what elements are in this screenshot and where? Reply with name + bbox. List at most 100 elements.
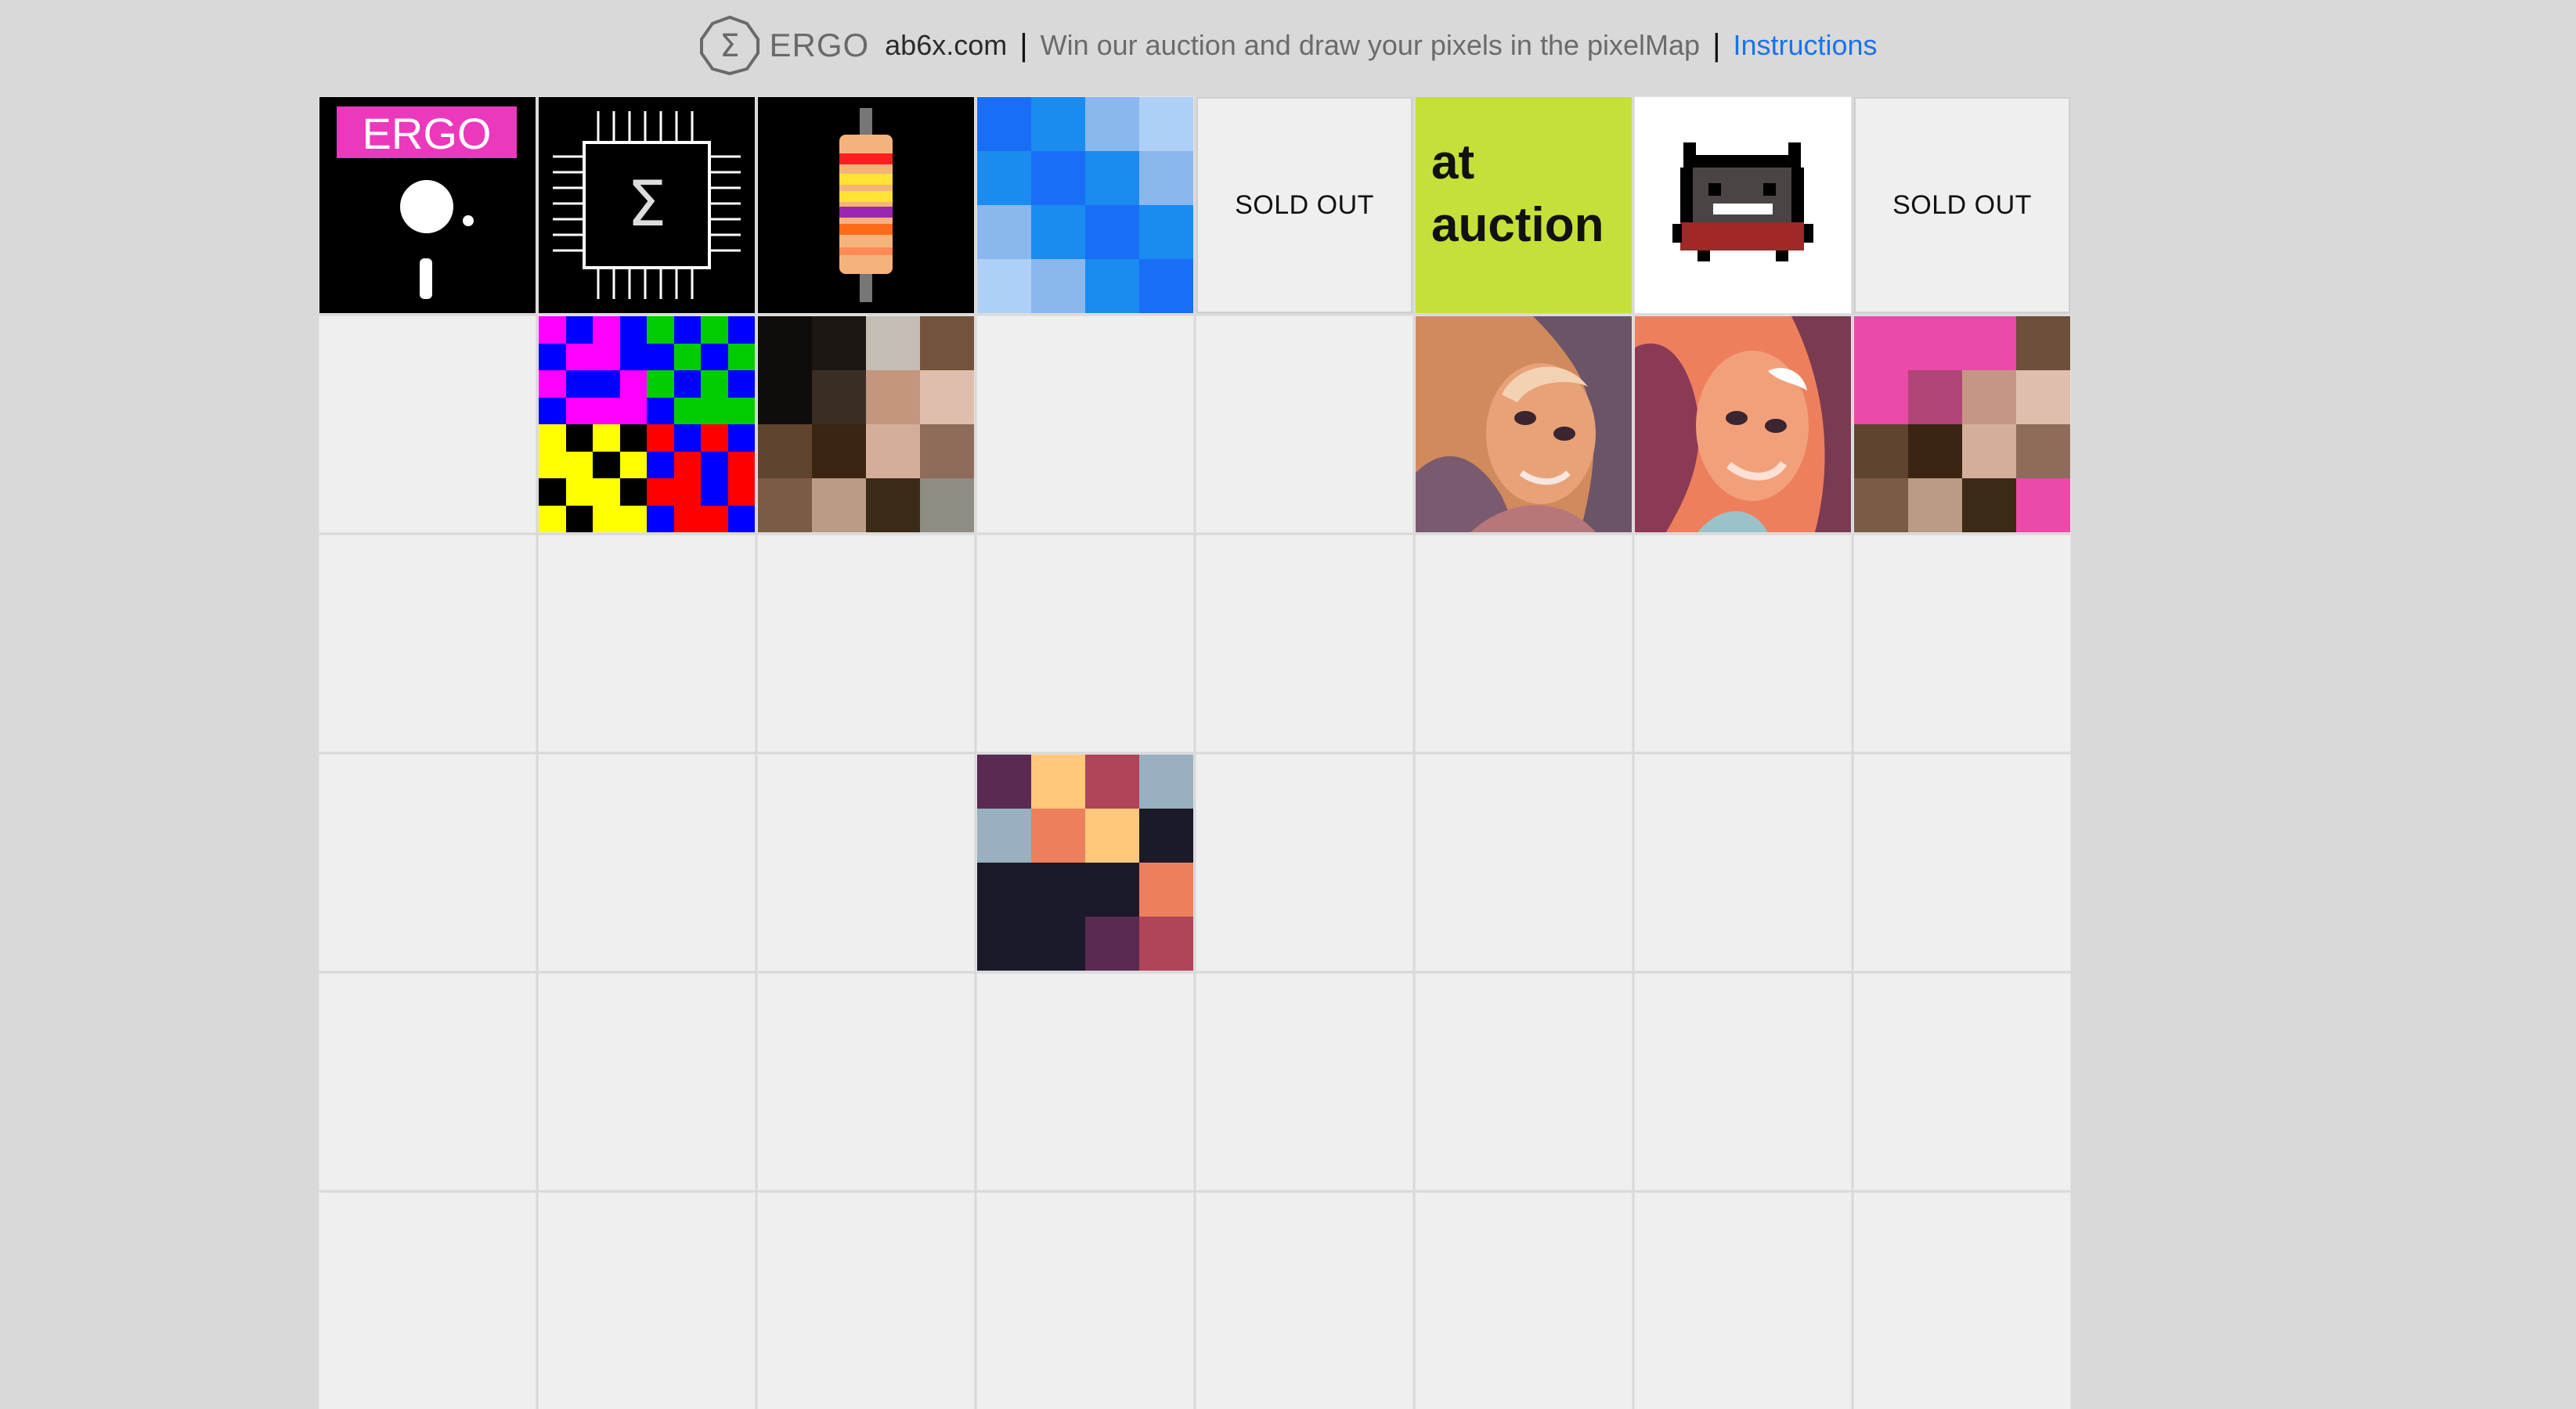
pixel [701,370,728,398]
tile-empty[interactable] [1854,974,2070,1190]
tile-empty[interactable] [977,535,1193,751]
pixel [1139,863,1193,917]
pixel [866,370,920,424]
tile-sunset-pixels[interactable] [977,755,1193,971]
tile-rgb-quadrants[interactable] [539,316,755,532]
pixel [1031,97,1085,151]
tile-empty[interactable] [539,535,755,751]
svg-text:Σ: Σ [627,168,667,240]
tile-empty[interactable] [539,974,755,1190]
svg-text:Σ: Σ [720,28,740,64]
tile-empty[interactable] [319,755,536,971]
pixel [727,451,755,478]
pixel [2016,478,2070,532]
ergo-tile-label: ERGO [363,109,492,158]
tile-empty[interactable] [319,974,536,1190]
tile-empty[interactable] [1635,535,1851,751]
tagline: Win our auction and draw your pixels in … [1040,29,1701,61]
pixel [727,370,755,398]
tile-empty[interactable] [1416,755,1632,971]
pixel [673,505,701,532]
pixel [727,397,755,424]
tile-blue-pixels[interactable] [977,97,1193,313]
tile-empty[interactable] [1854,1193,2070,1409]
tile-empty[interactable] [758,755,974,971]
tile-empty[interactable] [319,316,536,532]
tile-empty[interactable] [758,1193,974,1409]
tile-resistor[interactable] [758,97,974,313]
ergo-tile-image: ERGO [319,97,536,313]
pixel [593,505,620,532]
tile-empty[interactable] [539,755,755,971]
pixel [1139,205,1193,259]
pixel [1962,316,2016,370]
logo: Σ ERGO [698,14,869,77]
pixel-cat-icon [1635,97,1851,313]
pixel [701,451,728,478]
pixel [1139,755,1193,809]
tile-pink-skin-pixels[interactable] [1854,316,2070,532]
rgb-pixel-art [539,316,755,532]
tile-empty[interactable] [1854,755,2070,971]
tile-skin-pixels[interactable] [758,316,974,532]
tile-empty[interactable] [1854,535,2070,751]
pixel [673,451,701,478]
portrait-image [1416,316,1632,532]
pixel [647,343,674,370]
tile-sigma-chip[interactable]: Σ [539,97,755,313]
pixel [647,370,674,398]
pixel [866,316,920,370]
pixel [1031,205,1085,259]
pixel [1085,755,1139,809]
pixel [1031,151,1085,205]
tile-empty[interactable] [977,1193,1193,1409]
pixel [1962,478,2016,532]
separator: | [1712,27,1721,63]
tile-empty[interactable] [319,535,536,751]
page-header: Σ ERGO ab6x.com | Win our auction and dr… [0,0,2576,91]
pixel [977,755,1031,809]
tile-empty[interactable] [977,316,1193,532]
tile-empty[interactable] [1635,1193,1851,1409]
pixel [758,370,812,424]
pixel [593,397,620,424]
tile-empty[interactable] [758,974,974,1190]
tile-empty[interactable] [319,1193,536,1409]
pixel [593,370,620,398]
tile-empty[interactable] [1196,974,1412,1190]
tile-empty[interactable] [1196,1193,1412,1409]
tile-empty[interactable] [1416,535,1632,751]
tile-empty[interactable] [1635,755,1851,971]
tile-empty[interactable] [977,974,1193,1190]
pixel [1908,424,1962,478]
pixel [977,205,1031,259]
tile-pixel-cat[interactable] [1635,97,1851,313]
tile-empty[interactable] [1196,535,1412,751]
tile-empty[interactable] [1196,755,1412,971]
pixel [1908,478,1962,532]
pixel [920,370,974,424]
pixel [1854,478,1908,532]
pixel [593,451,620,478]
tile-empty[interactable] [1416,974,1632,1190]
tile-empty[interactable] [1416,1193,1632,1409]
tile-empty[interactable] [758,535,974,751]
tile-at-auction[interactable]: at auction [1416,97,1632,313]
tile-portrait-1[interactable] [1416,316,1632,532]
pixel [647,424,674,452]
pixel [539,505,566,532]
pixel [593,478,620,506]
tile-empty[interactable] [1196,316,1412,532]
tile-sold-out[interactable]: SOLD OUT [1854,97,2070,313]
pixel [619,370,647,398]
tile-portrait-2[interactable] [1635,316,1851,532]
tile-empty[interactable] [539,1193,755,1409]
tile-sold-out[interactable]: SOLD OUT [1196,97,1412,313]
pixel [701,478,728,506]
pixel [593,424,620,452]
tile-ergo[interactable]: ERGO [319,97,536,313]
instructions-link[interactable]: Instructions [1733,29,1877,62]
pixel [619,451,647,478]
tile-empty[interactable] [1635,974,1851,1190]
pixel [619,424,647,452]
